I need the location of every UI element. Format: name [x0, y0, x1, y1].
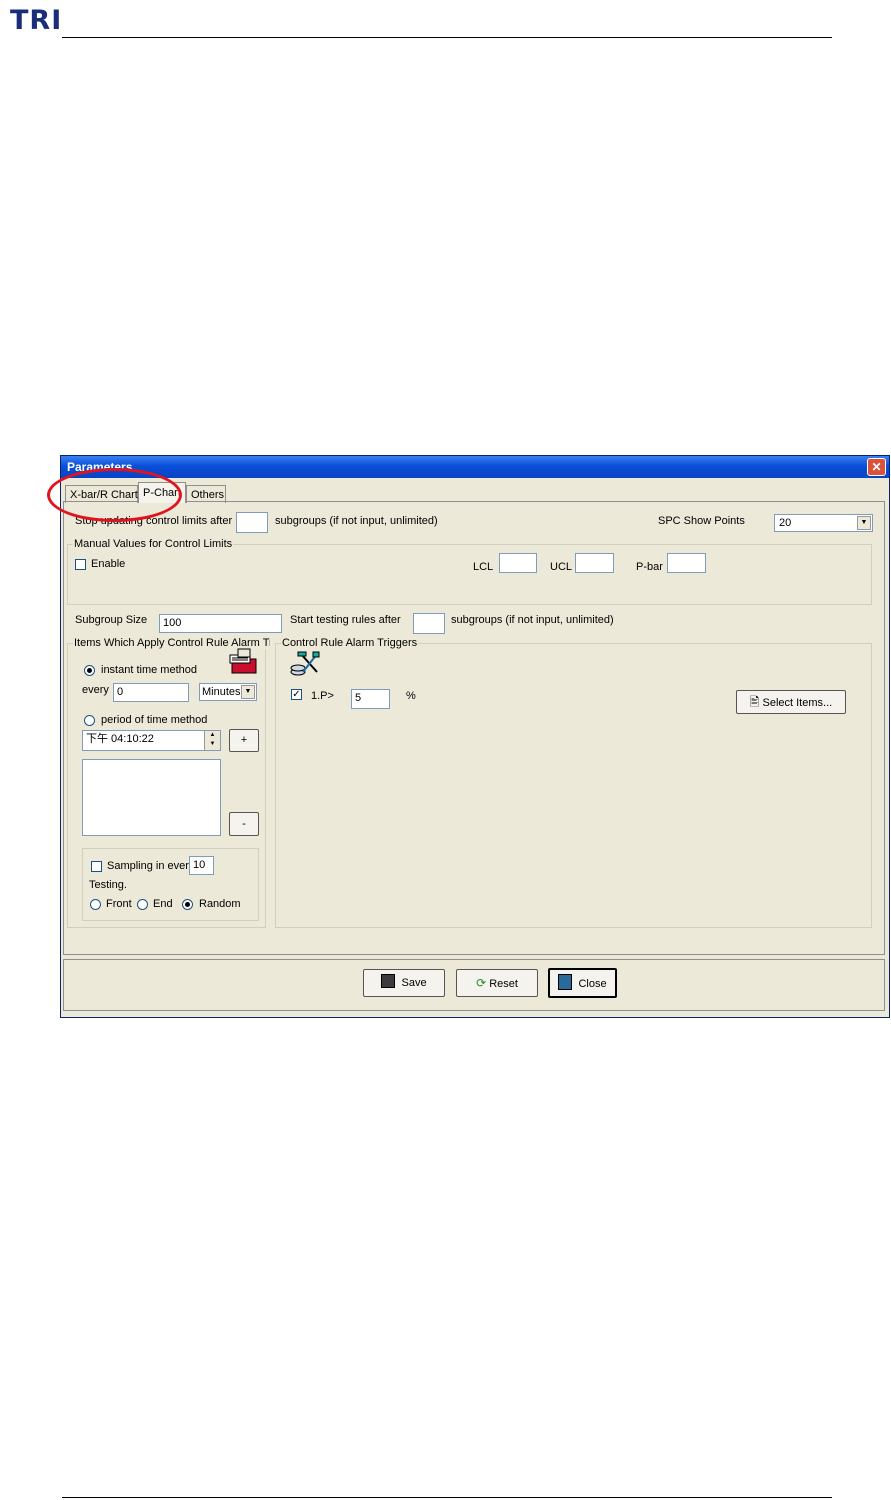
triggers-group: [275, 643, 872, 928]
document-icon: 🖹: [749, 695, 760, 709]
close-label: Close: [578, 978, 607, 990]
select-items-button[interactable]: 🖹 Select Items...: [736, 690, 846, 714]
footer-rule: [62, 1497, 832, 1498]
enable-checkbox[interactable]: [75, 559, 86, 570]
random-radio[interactable]: [182, 899, 193, 910]
save-label: Save: [401, 977, 427, 989]
spc-show-points-select[interactable]: 20 ▼: [774, 514, 873, 532]
end-label: End: [153, 898, 173, 910]
reset-label: Reset: [489, 978, 518, 990]
stop-updating-input[interactable]: [236, 512, 268, 533]
add-period-button[interactable]: +: [229, 729, 259, 752]
close-button[interactable]: Close: [548, 968, 617, 998]
every-input[interactable]: 0: [113, 683, 189, 702]
rule-p-input[interactable]: 5: [351, 689, 390, 709]
pbar-input[interactable]: [667, 553, 706, 573]
tab-label: X-bar/R Chart: [70, 489, 138, 501]
exit-door-icon: [558, 974, 573, 990]
select-items-label: Select Items...: [762, 697, 833, 709]
period-time-radio[interactable]: [84, 715, 95, 726]
spc-show-points-value: 20: [779, 517, 792, 529]
manual-values-group: [67, 544, 872, 605]
time-spinner[interactable]: ▲ ▼: [204, 731, 220, 750]
reset-button[interactable]: ⟳ Reset: [456, 969, 538, 997]
ucl-input[interactable]: [575, 553, 614, 573]
time-picker[interactable]: 下午 04:10:22: [82, 730, 221, 751]
every-label: every: [82, 684, 109, 696]
period-listbox[interactable]: [82, 759, 221, 836]
time-value: 下午 04:10:22: [86, 733, 154, 745]
sampling-label: Sampling in every: [107, 860, 195, 872]
stop-updating-suffix: subgroups (if not input, unlimited): [275, 515, 438, 527]
time-unit-value: Minutes: [202, 686, 241, 698]
random-label: Random: [199, 898, 241, 910]
chevron-down-icon[interactable]: ▼: [857, 516, 871, 530]
rule-p-checkbox[interactable]: ✓: [291, 689, 302, 700]
header-rule: [62, 37, 832, 38]
tools-icon: [290, 651, 320, 676]
front-radio[interactable]: [90, 899, 101, 910]
subgroup-size-label: Subgroup Size: [75, 614, 148, 626]
tab-label: Others: [191, 489, 225, 501]
spc-show-points-label: SPC Show Points: [658, 515, 745, 527]
front-label: Front: [106, 898, 132, 910]
close-icon: ✕: [871, 460, 882, 474]
sampling-input[interactable]: 10: [189, 856, 214, 875]
start-testing-input[interactable]: [413, 613, 445, 634]
save-button[interactable]: Save: [363, 969, 445, 997]
instant-time-label: instant time method: [101, 664, 197, 676]
start-testing-suffix: subgroups (if not input, unlimited): [451, 614, 614, 626]
manual-values-title: Manual Values for Control Limits: [73, 538, 234, 550]
dialog-title: Parameters: [67, 460, 133, 474]
percent-label: %: [406, 690, 416, 702]
lcl-input[interactable]: [499, 553, 537, 573]
time-unit-select[interactable]: Minutes ▼: [199, 683, 257, 701]
sampling-checkbox[interactable]: [91, 861, 102, 872]
pbar-label: P-bar: [636, 561, 663, 573]
lcl-label: LCL: [473, 561, 494, 573]
subgroup-size-input[interactable]: 100: [159, 614, 282, 633]
ucl-label: UCL: [550, 561, 573, 573]
chevron-down-icon[interactable]: ▼: [241, 685, 255, 699]
testing-label: Testing.: [89, 879, 127, 891]
tri-logo: TRI: [10, 5, 63, 36]
tab-label: P-Chart: [143, 487, 181, 499]
stamp-icon: [229, 648, 257, 674]
end-radio[interactable]: [137, 899, 148, 910]
tab-p-chart[interactable]: P-Chart: [138, 482, 186, 503]
remove-period-button[interactable]: -: [229, 812, 259, 836]
triggers-group-title: Control Rule Alarm Triggers: [281, 637, 419, 649]
stop-updating-label: Stop updating control limits after: [75, 515, 233, 527]
refresh-icon: ⟳: [476, 976, 487, 990]
period-time-label: period of time method: [101, 714, 208, 726]
rule-p-label: 1.P>: [311, 690, 334, 702]
enable-label: Enable: [91, 558, 126, 570]
start-testing-label: Start testing rules after: [290, 614, 401, 626]
title-bar[interactable]: Parameters ✕: [61, 456, 889, 478]
floppy-icon: [381, 974, 396, 988]
instant-time-radio[interactable]: [84, 665, 95, 676]
parameters-dialog: Parameters ✕ X-bar/R Chart P-Chart Other…: [60, 455, 890, 1018]
close-window-button[interactable]: ✕: [867, 458, 886, 476]
